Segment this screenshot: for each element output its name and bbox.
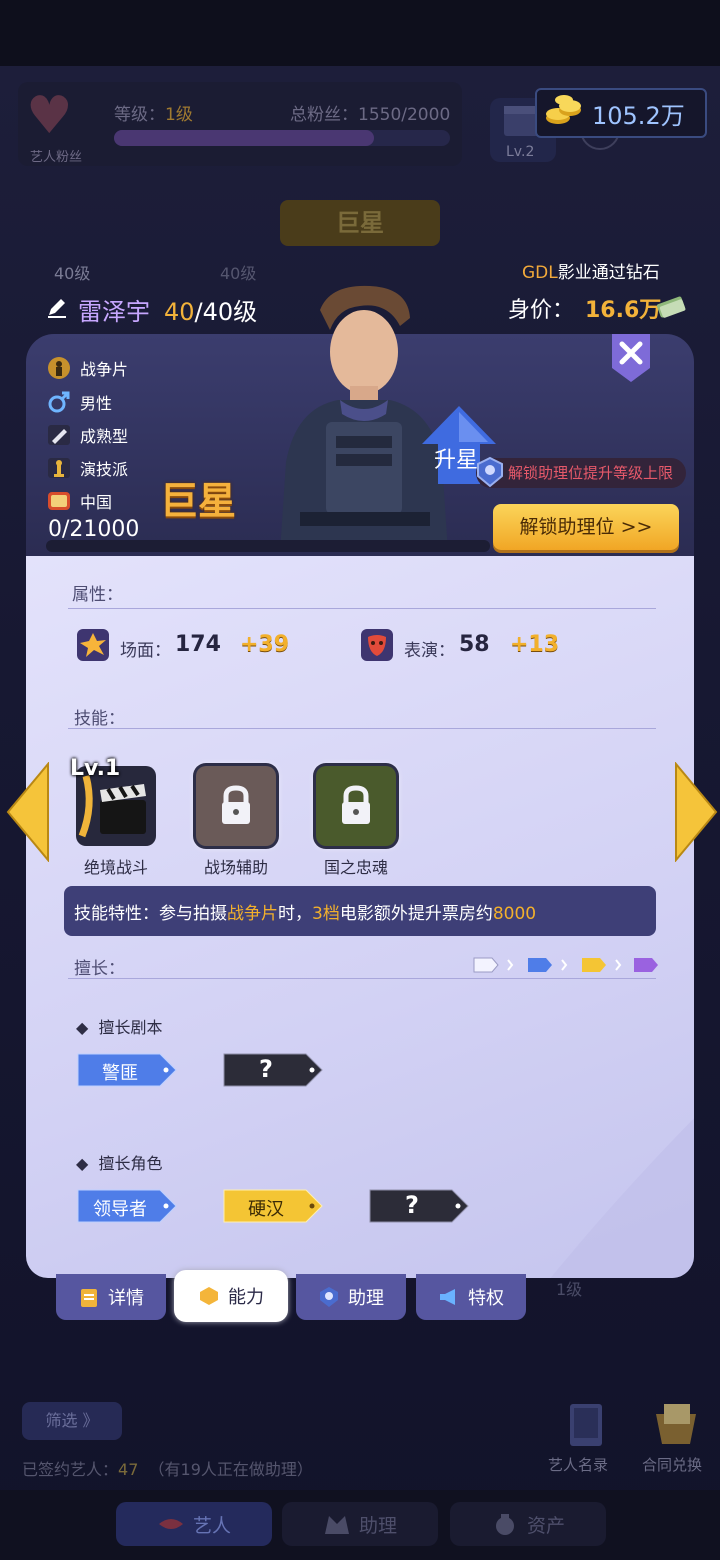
skill-3-name: 国之忠魂 <box>323 858 388 877</box>
oscar-icon <box>48 458 70 478</box>
star-progress-text: 0/21000 <box>48 517 140 542</box>
specialty-section-title: 擅长： <box>74 959 125 979</box>
fans-label: 艺人粉丝 <box>30 150 83 165</box>
male-icon <box>48 391 70 413</box>
fan-progress-fill <box>114 130 374 146</box>
attribute-gender: 男性 <box>46 390 112 414</box>
roles-title: ◆ 擅长角色 <box>76 1154 163 1173</box>
close-icon[interactable] <box>610 332 652 384</box>
skill-description: 技能特性：参与拍摄战争片时，3档电影额外提升票房约8000 <box>74 904 537 924</box>
coin-amount: 105.2万 <box>592 102 685 130</box>
unlock-hint-text: 解锁助理位提升等级上限 <box>508 464 674 482</box>
nav-assets[interactable]: 资产 <box>450 1502 606 1546</box>
roster-label[interactable]: 艺人名录 <box>548 1454 608 1475</box>
scripts-title: ◆ 擅长剧本 <box>76 1018 163 1037</box>
next-artist-arrow-icon[interactable] <box>674 762 718 862</box>
china-icon <box>48 492 70 510</box>
roster-book-icon[interactable] <box>562 1400 608 1450</box>
divider <box>68 728 656 729</box>
soldier-icon <box>48 357 70 379</box>
skill-2-name: 战场辅助 <box>203 858 268 877</box>
star-progress-bar <box>46 540 490 552</box>
background-card-level: 1级 <box>556 1280 583 1299</box>
scene-icon <box>77 629 109 661</box>
worth-label: 身价： <box>508 298 575 323</box>
skill-2[interactable] <box>196 766 276 846</box>
background-rank-banner: 巨星 <box>280 200 440 246</box>
contract-icon[interactable] <box>650 1400 702 1450</box>
clipboard-icon <box>81 1289 97 1307</box>
tab-assistant[interactable]: 助理 <box>296 1274 406 1320</box>
unlock-assistant-button[interactable]: 解锁助理位 >> <box>493 504 679 550</box>
signed-artists: 已签约艺人：47 （有19人正在做助理） <box>22 1460 313 1479</box>
lips-icon <box>158 1519 183 1529</box>
tab-ability[interactable]: 能力 <box>174 1270 288 1322</box>
tab-details[interactable]: 详情 <box>56 1274 166 1320</box>
skill-3[interactable] <box>316 766 396 846</box>
mature-icon <box>48 425 70 445</box>
attributes-section-title: 属性： <box>72 585 123 605</box>
attribute-country: 中国 <box>46 489 112 513</box>
news-marquee: GDL影业通过钻石 <box>522 263 660 283</box>
suit-icon <box>324 1516 349 1534</box>
artist-name: 雷泽宇 <box>78 298 150 326</box>
rank-badge: 巨星 <box>160 479 237 523</box>
status-bar <box>0 0 720 66</box>
hexagon-icon <box>200 1287 218 1305</box>
cash-icon <box>656 296 686 318</box>
script-tag-1-label: 警匪 <box>102 1063 138 1084</box>
mask-icon <box>361 629 393 661</box>
role-tag-1-label: 领导者 <box>93 1199 147 1220</box>
acting-value: 58 <box>459 632 490 657</box>
nav-assistant[interactable]: 助理 <box>282 1502 438 1546</box>
scene-label: 场面： <box>120 641 171 661</box>
coins-icon <box>546 95 581 124</box>
lock-icon <box>342 785 370 824</box>
lock-icon <box>222 785 250 824</box>
prev-artist-arrow-icon[interactable] <box>6 762 50 862</box>
company-level: Lv.2 <box>506 144 535 160</box>
skill-1-name: 绝境战斗 <box>83 858 148 877</box>
skill-1-level: Lv.1 <box>70 756 121 781</box>
tab-privilege[interactable]: 特权 <box>416 1274 526 1320</box>
background-level-2: 40级 <box>220 264 257 283</box>
attribute-style: 演技派 <box>46 456 128 480</box>
filter-button[interactable]: 筛选 》 <box>22 1402 122 1440</box>
decorative-film-strip <box>550 1118 694 1278</box>
background-level: 40级 <box>54 264 91 283</box>
moneybag-icon <box>495 1514 514 1535</box>
assistant-icon <box>320 1287 338 1307</box>
contract-exchange-label[interactable]: 合同兑换 <box>642 1454 702 1475</box>
edit-name-icon[interactable] <box>46 296 68 318</box>
attribute-genre: 战争片 <box>46 356 128 380</box>
megaphone-icon <box>440 1289 455 1305</box>
divider <box>68 608 656 609</box>
specialty-tier-legend <box>473 957 658 973</box>
skills-section-title: 技能： <box>74 709 125 729</box>
attribute-type: 成熟型 <box>46 423 128 447</box>
role-tag-2-label: 硬汉 <box>248 1199 284 1220</box>
fan-level: 等级：1级 <box>114 105 193 125</box>
nav-artist[interactable]: 艺人 <box>116 1502 272 1546</box>
artist-level: 40/40级 <box>164 298 258 326</box>
upstar-label: 升星 <box>434 448 479 473</box>
total-fans: 总粉丝：1550/2000 <box>290 105 451 125</box>
acting-bonus: +13 <box>510 632 560 657</box>
role-tag-3-label: ? <box>405 1191 419 1219</box>
acting-label: 表演： <box>404 641 455 661</box>
assistant-badge-icon <box>477 456 503 488</box>
scene-value: 174 <box>175 632 221 657</box>
heart-icon: ♥ <box>26 86 73 146</box>
divider <box>68 978 656 979</box>
script-tag-2-label: ? <box>259 1055 273 1083</box>
scene-bonus: +39 <box>240 632 290 657</box>
worth-value: 16.6万 <box>585 298 662 323</box>
